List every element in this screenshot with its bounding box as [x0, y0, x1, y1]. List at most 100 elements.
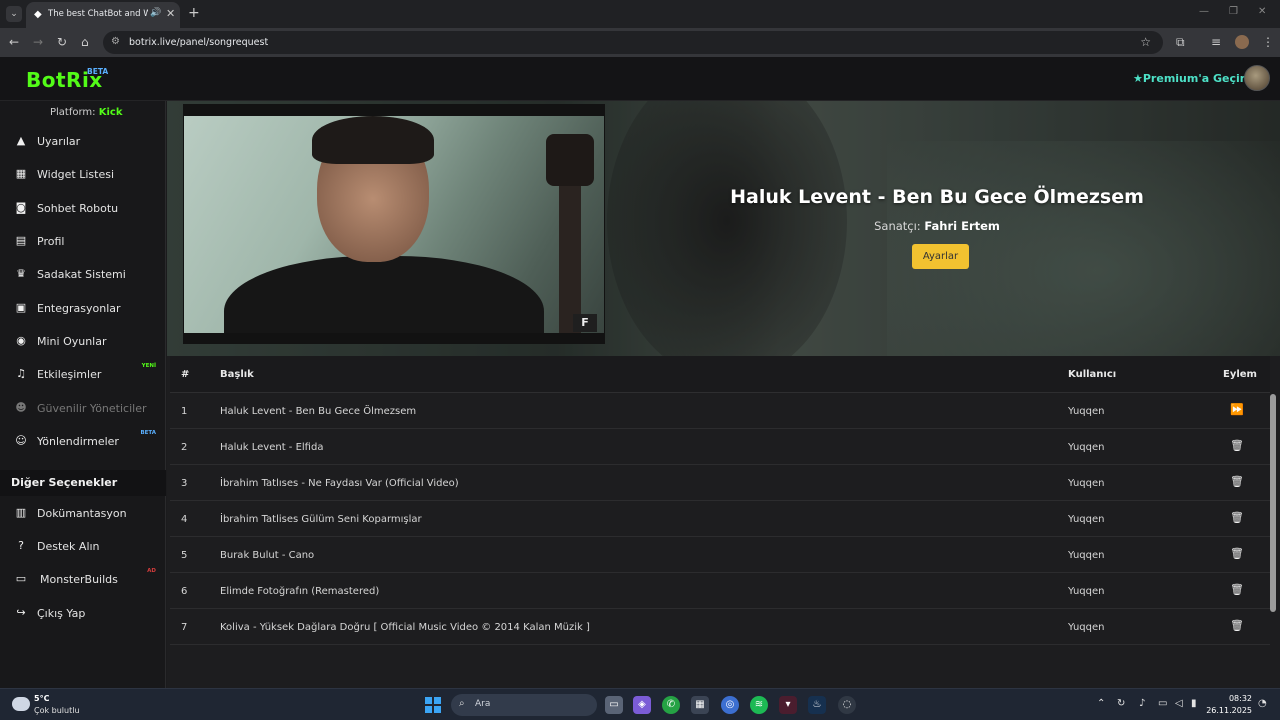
minimize-icon[interactable]: — [1199, 6, 1209, 17]
row-title: İbrahim Tatlıses - Ne Faydası Var (Offic… [220, 478, 459, 489]
url-text[interactable]: botrix.live/panel/songrequest [129, 37, 268, 48]
media-control-icon[interactable]: ≡ [1211, 35, 1221, 49]
new-tab-icon[interactable]: + [188, 5, 200, 21]
windows-start-icon[interactable] [425, 697, 441, 713]
notifications-icon[interactable]: ◔ [1258, 698, 1267, 709]
tab-title: The best ChatBot and Widg [48, 9, 148, 19]
site-info-icon[interactable]: ⚙ [111, 36, 120, 47]
store-icon[interactable]: ▦ [691, 696, 709, 714]
now-playing-hero: F Haluk Levent - Ben Bu Gece Ölmezsem Sa… [167, 101, 1280, 356]
trash-icon[interactable]: 🗑 [1230, 583, 1244, 597]
task-view-icon[interactable]: ▭ [605, 696, 623, 714]
spotify-icon[interactable]: ≋ [750, 696, 768, 714]
sidebar-item-redirects[interactable]: ☺ Yönlendirmeler BETA [0, 427, 166, 457]
sidebar-item-support[interactable]: ? Destek Alın [0, 532, 166, 562]
table-header: # Başlık Kullanıcı Eylem [170, 356, 1270, 393]
steam-icon[interactable]: ♨ [808, 696, 826, 714]
sidebar-item-widgets[interactable]: ▦ Widget Listesi [0, 160, 166, 190]
trophy-icon: ♛ [16, 267, 26, 280]
sidebar-item-profile[interactable]: ▤ Profil [0, 227, 166, 257]
copilot-icon[interactable]: ◈ [633, 696, 651, 714]
premium-link[interactable]: ★Premium'a Geçin [1133, 72, 1248, 85]
tab-close-icon[interactable]: ✕ [166, 7, 175, 20]
queue-scrollbar-thumb[interactable] [1270, 394, 1276, 612]
weather-temp[interactable]: 5°C [34, 694, 49, 703]
search-placeholder: Ara [475, 699, 491, 709]
skip-icon[interactable]: ⏩ [1230, 403, 1244, 417]
trash-icon[interactable]: 🗑 [1230, 619, 1244, 633]
music-icon: ♫ [16, 367, 26, 380]
home-icon[interactable]: ⌂ [81, 35, 89, 49]
warning-icon: ▲ [16, 134, 26, 147]
sidebar-item-label: Çıkış Yap [37, 607, 86, 620]
row-user: Yuqqen [1068, 478, 1105, 489]
song-queue-table: # Başlık Kullanıcı Eylem 1 Haluk Levent … [167, 356, 1280, 688]
taskbar-search[interactable]: ⌕ Ara [451, 694, 597, 716]
sidebar-item-minigames[interactable]: ◉ Mini Oyunlar [0, 327, 166, 357]
extensions-icon[interactable]: ⧉ [1176, 35, 1185, 50]
sidebar-item-label: Mini Oyunlar [37, 335, 107, 348]
reload-icon[interactable]: ↻ [57, 35, 67, 49]
clock-date[interactable]: 26.11.2025 [1192, 706, 1252, 715]
logo-beta-badge: BETA [87, 67, 109, 76]
sidebar-item-chatbot[interactable]: ◙ Sohbet Robotu [0, 194, 166, 224]
weather-desc[interactable]: Çok bulutlu [34, 706, 80, 715]
thumbnail-channel-badge: F [573, 314, 597, 332]
sidebar-item-label: Widget Listesi [37, 168, 115, 181]
browser-tab[interactable]: ◆ The best ChatBot and Widg 🔊 ✕ [26, 2, 180, 28]
tab-audio-icon[interactable]: 🔊 [150, 8, 161, 18]
forward-icon[interactable]: → [33, 35, 43, 49]
settings-button[interactable]: Ayarlar [912, 244, 969, 269]
profile-avatar[interactable] [1235, 35, 1249, 49]
user-avatar[interactable] [1244, 65, 1270, 91]
tab-favicon-icon: ◆ [34, 9, 42, 20]
row-title: Elimde Fotoğrafın (Remastered) [220, 586, 380, 597]
browser-menu-icon[interactable]: ⋮ [1262, 35, 1274, 49]
window-close-icon[interactable]: ✕ [1258, 6, 1266, 17]
microphone-icon[interactable]: ♪ [1139, 698, 1145, 709]
maximize-icon[interactable]: ❐ [1229, 6, 1238, 17]
back-icon[interactable]: ← [9, 35, 19, 49]
chevron-up-icon[interactable]: ⌃ [1097, 698, 1105, 709]
sidebar-item-docs[interactable]: ▥ Dokümantasyon [0, 499, 166, 529]
sidebar-item-integrations[interactable]: ▣ Entegrasyonlar [0, 294, 166, 324]
sidebar-item-logout[interactable]: ↪ Çıkış Yap [0, 599, 166, 629]
row-number: 4 [181, 514, 188, 525]
trash-icon[interactable]: 🗑 [1230, 547, 1244, 561]
sidebar-item-label: Entegrasyonlar [37, 302, 121, 315]
trash-icon[interactable]: 🗑 [1230, 511, 1244, 525]
whatsapp-icon[interactable]: ✆ [662, 696, 680, 714]
row-user: Yuqqen [1068, 442, 1105, 453]
beta-badge: BETA [140, 430, 156, 436]
address-bar[interactable]: ⚙ botrix.live/panel/songrequest ☆ [103, 31, 1163, 54]
sync-icon[interactable]: ↻ [1117, 698, 1125, 709]
table-row: 6 Elimde Fotoğrafın (Remastered) Yuqqen … [170, 573, 1270, 609]
clock-time[interactable]: 08:32 [1212, 694, 1252, 703]
search-icon: ⌕ [459, 698, 465, 709]
sidebar-item-loyalty[interactable]: ♛ Sadakat Sistemi [0, 260, 166, 290]
question-icon: ? [18, 539, 24, 552]
section-title-text: Diğer Seçenekler [11, 476, 118, 489]
app-icon[interactable]: ▾ [779, 696, 797, 714]
volume-icon[interactable]: ◁ [1175, 698, 1183, 709]
sidebar-item-trusted-mods[interactable]: ☻ Güvenilir Yöneticiler [0, 394, 166, 424]
weather-cloud-icon[interactable] [12, 697, 30, 711]
display-icon[interactable]: ▭ [1158, 698, 1167, 709]
sidebar-item-alerts[interactable]: ▲ Uyarılar [0, 127, 166, 157]
tab-search-dropdown[interactable]: ⌄ [6, 6, 22, 22]
trash-icon[interactable]: 🗑 [1230, 475, 1244, 489]
column-header-number: # [181, 369, 190, 380]
thumbnail-person-body [224, 256, 544, 333]
table-row: 4 İbrahim Tatlises Gülüm Seni Koparmışla… [170, 501, 1270, 537]
video-thumbnail: F [183, 104, 605, 344]
sidebar-item-monsterbuilds[interactable]: ▭ MonsterBuilds AD [0, 565, 166, 595]
thumbnail-person-hair [312, 116, 434, 164]
sidebar: Platform: Kick ▲ Uyarılar ▦ Widget Liste… [0, 101, 166, 688]
chrome-icon[interactable]: ◎ [721, 696, 739, 714]
sidebar-item-interactions[interactable]: ♫ Etkileşimler YENİ [0, 360, 166, 390]
trash-icon[interactable]: 🗑 [1230, 439, 1244, 453]
bookmark-star-icon[interactable]: ☆ [1140, 35, 1151, 49]
app-icon[interactable]: ◌ [838, 696, 856, 714]
sidebar-item-label: Profil [37, 235, 65, 248]
artist-value: Fahri Ertem [924, 219, 1000, 233]
